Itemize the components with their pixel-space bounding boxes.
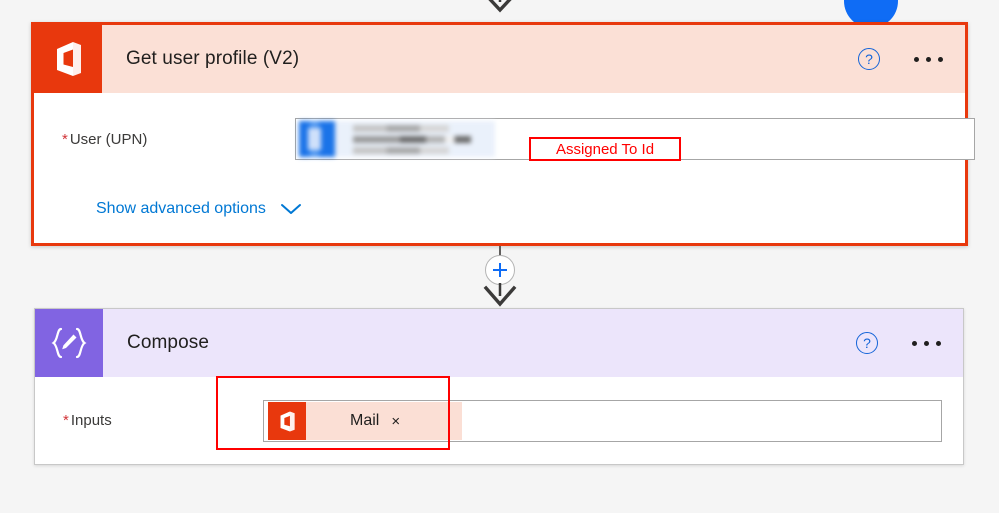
office365-icon [268, 402, 306, 440]
arrow-down-icon [488, 0, 512, 13]
card-body: * User (UPN) Assigned To Id Show advance… [34, 93, 975, 243]
show-advanced-options-label: Show advanced options [96, 200, 266, 217]
help-icon[interactable]: ? [858, 48, 880, 70]
chevron-down-icon [280, 204, 301, 214]
field-label-inputs: * Inputs [35, 412, 263, 429]
ellipsis-dot [938, 56, 943, 62]
required-marker: * [62, 130, 68, 148]
ellipsis-dot [926, 56, 931, 62]
ellipsis-dot [936, 340, 941, 346]
compose-braces-pencil-icon [35, 309, 103, 377]
ellipsis-dot [914, 56, 919, 62]
field-label-user-upn: * User (UPN) [34, 131, 262, 148]
blur-line [353, 124, 449, 132]
ellipsis-dot [912, 340, 917, 346]
annotation-assigned-to-id: Assigned To Id [529, 137, 681, 161]
card-header[interactable]: Get user profile (V2) ? [34, 25, 965, 93]
office-logo-glyph [280, 411, 295, 431]
compose-glyph [51, 327, 87, 359]
inputs-input[interactable]: Mail × [263, 400, 942, 442]
arrow-down-icon [483, 283, 517, 307]
ellipsis-dot [924, 340, 929, 346]
office-logo-glyph [57, 42, 81, 76]
action-card-get-user-profile[interactable]: Get user profile (V2) ? * User (UPN) Ass… [31, 22, 975, 246]
mail-token-label: Mail [350, 412, 380, 429]
field-label-text: User (UPN) [69, 130, 148, 148]
add-step-button[interactable] [485, 255, 515, 285]
required-marker: * [63, 412, 69, 429]
office365-users-icon [34, 25, 102, 93]
card-body: * Inputs Mail × [35, 377, 963, 464]
card-title: Get user profile (V2) [126, 48, 300, 69]
blur-line [353, 146, 449, 154]
card-header-actions: ? [856, 309, 945, 377]
token-icon [299, 121, 335, 157]
card-title: Compose [127, 332, 210, 353]
close-icon[interactable]: × [391, 413, 400, 430]
field-row-inputs: * Inputs Mail × [35, 377, 963, 464]
card-header-actions: ? [858, 25, 947, 93]
more-commands-icon[interactable] [908, 333, 945, 354]
more-commands-icon[interactable] [910, 49, 947, 70]
help-icon[interactable]: ? [856, 332, 878, 354]
field-label-text: Inputs [70, 412, 112, 429]
mail-token[interactable]: Mail × [268, 402, 462, 440]
advanced-options-row: Show advanced options [96, 200, 302, 218]
card-header[interactable]: Compose ? [35, 309, 963, 377]
token-text-blurred [335, 124, 495, 154]
flow-designer-canvas: Get user profile (V2) ? * User (UPN) Ass… [0, 0, 999, 513]
show-advanced-options-link[interactable]: Show advanced options [96, 200, 302, 218]
redacted-user-token[interactable] [299, 121, 495, 157]
plus-icon [493, 263, 507, 277]
action-card-compose[interactable]: Compose ? * Inputs Mail × [34, 308, 964, 465]
field-row-user-upn: * User (UPN) Assigned To Id [34, 93, 975, 185]
blur-line [353, 135, 471, 143]
